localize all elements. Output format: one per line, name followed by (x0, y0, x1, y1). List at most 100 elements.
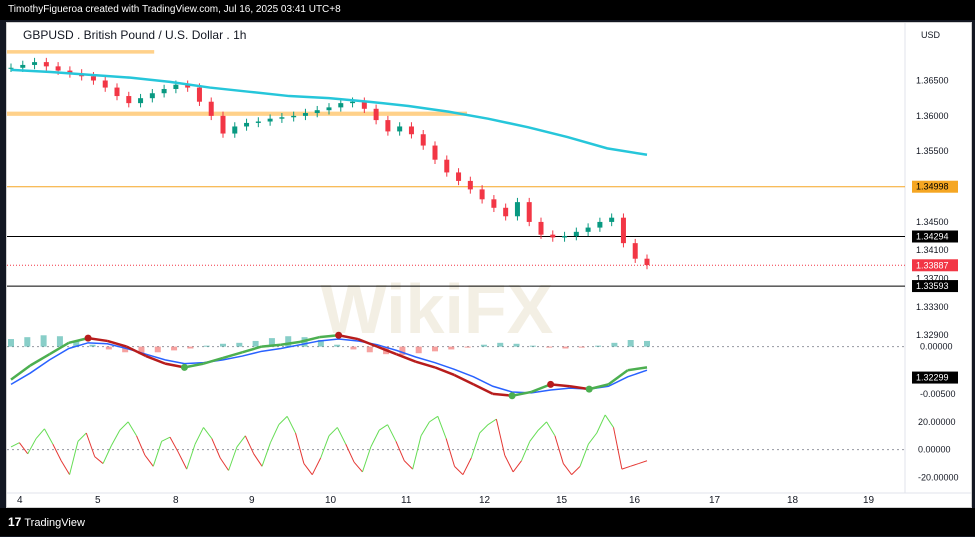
candle-body (514, 202, 520, 217)
osc-line-segment (529, 429, 539, 442)
osc-line-segment (295, 432, 305, 464)
osc-line-segment (420, 421, 430, 437)
osc-line-segment (621, 465, 631, 470)
macd-histogram-bar (40, 335, 47, 347)
osc-line-segment (219, 457, 229, 471)
candle-body (55, 66, 61, 71)
macd-line-segment (627, 366, 648, 372)
candle-body (244, 122, 250, 127)
macd-histogram-bar (366, 346, 373, 353)
candle-body (609, 217, 615, 222)
candle-body (503, 207, 509, 217)
osc-tick-label: 0.00000 (918, 445, 951, 455)
osc-line-segment (437, 416, 447, 439)
candle-body (126, 96, 132, 104)
candle-body (550, 234, 556, 238)
macd-histogram-bar (334, 344, 341, 347)
osc-line-segment (462, 457, 472, 475)
osc-line-segment (412, 435, 422, 470)
osc-line-segment (52, 443, 62, 462)
candle-body (432, 145, 438, 160)
candle-body (491, 199, 497, 208)
macd-histogram-bar (562, 346, 569, 349)
osc-line-segment (588, 432, 598, 445)
macd-histogram-bar (187, 346, 194, 349)
price-tick-label: 1.33300 (916, 302, 949, 312)
macd-histogram-bar (546, 346, 553, 348)
candle-body (456, 172, 462, 181)
osc-tick-label: 20.00000 (918, 417, 956, 427)
candle-body (302, 113, 308, 116)
supply-zone-0 (7, 50, 155, 54)
osc-line-segment (387, 424, 397, 442)
macd-histogram-bar (89, 344, 96, 347)
osc-line-segment (512, 460, 522, 473)
candle-body (138, 98, 144, 104)
credit-text: TimothyFigueroa created with TradingView… (8, 4, 341, 15)
candle-body (279, 117, 285, 119)
candle-body (208, 101, 214, 116)
price-label-text: 1.33887 (916, 260, 949, 270)
candle-body (597, 221, 603, 228)
macd-histogram-bar (252, 340, 259, 347)
chart-frame[interactable]: WikiFX GBPUSD . British Pound / U.S. Doll… (6, 22, 972, 508)
candle-body (408, 126, 414, 135)
osc-line-segment (445, 438, 456, 467)
macd-line-segment (280, 340, 301, 346)
candle-body (562, 236, 568, 238)
osc-line-segment (571, 465, 581, 476)
candle-body (291, 115, 297, 118)
macd-histogram-bar (105, 346, 112, 350)
osc-line-segment (479, 424, 489, 434)
osc-line-segment (286, 416, 296, 434)
osc-line-segment (311, 457, 322, 475)
osc-line-segment (69, 441, 79, 475)
candle-body (255, 121, 261, 123)
top-credit-bar: TimothyFigueroa created with TradingView… (0, 0, 975, 20)
candle-body (350, 101, 356, 104)
candle-body (232, 126, 238, 134)
candle-body (149, 93, 155, 99)
osc-line-segment (35, 428, 45, 439)
macd-histogram-bar (350, 346, 357, 350)
macd-histogram-bar (203, 345, 210, 347)
candle-body (538, 221, 544, 235)
candle-body (43, 62, 49, 67)
candle-body (102, 80, 108, 88)
candle-body (467, 180, 473, 190)
macd-histogram-bar (8, 339, 14, 347)
osc-line-segment (454, 465, 464, 476)
osc-line-segment (177, 452, 188, 470)
candle-body (267, 118, 273, 122)
osc-line-segment (546, 421, 556, 437)
osc-line-segment (579, 443, 589, 467)
osc-line-segment (102, 445, 112, 464)
macd-line-segment (10, 364, 32, 381)
candle-body (385, 120, 391, 132)
osc-line-segment (194, 427, 204, 445)
osc-line-segment (303, 463, 313, 475)
time-tick-label: 16 (629, 495, 641, 506)
candle-body (338, 103, 344, 108)
osc-line-segment (353, 461, 363, 473)
tradingview-logo[interactable]: 17 TradingView (8, 508, 85, 537)
osc-line-segment (85, 432, 96, 457)
osc-line-segment (261, 442, 271, 467)
osc-line-segment (278, 415, 288, 426)
osc-line-segment (169, 436, 179, 453)
osc-line-segment (144, 454, 154, 467)
candle-body (585, 227, 591, 232)
osc-line-segment (186, 443, 196, 470)
candle-body (314, 110, 320, 114)
osc-line-segment (429, 415, 439, 423)
macd-cross-dot (585, 385, 593, 393)
candle-body (220, 115, 226, 134)
osc-line-segment (320, 435, 330, 459)
price-label-text: 1.34998 (916, 182, 949, 192)
macd-histogram-bar (432, 346, 438, 352)
chart-svg[interactable]: WikiFX GBPUSD . British Pound / U.S. Doll… (7, 23, 971, 507)
price-label-text: 1.32299 (916, 373, 949, 383)
osc-line-segment (370, 429, 380, 448)
price-tick-label: 1.34100 (916, 245, 949, 255)
tradingview-logo-icon: 17 (8, 515, 22, 529)
